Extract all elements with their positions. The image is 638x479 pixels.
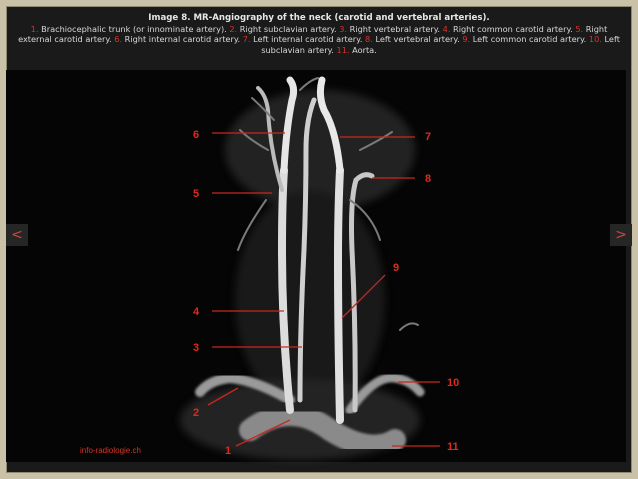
soft-tissue-glow: [180, 90, 420, 460]
label-9: 9: [393, 262, 399, 274]
next-slide-button[interactable]: >: [610, 224, 632, 246]
label-4: 4: [193, 306, 200, 318]
watermark: info-radiologie.ch: [80, 446, 141, 455]
label-1: 1: [225, 445, 231, 457]
label-2: 2: [193, 407, 199, 419]
angiography-drawing: 6 7 8 5 9 4 3 10 2 1 11 info-radiologie.…: [80, 76, 459, 460]
label-10: 10: [447, 377, 459, 389]
left-common-carotid-vessel: [333, 166, 344, 424]
label-7: 7: [425, 131, 431, 143]
previous-slide-button[interactable]: <: [6, 224, 28, 246]
label-3: 3: [193, 342, 199, 354]
label-5: 5: [193, 188, 199, 200]
label-6: 6: [193, 129, 199, 141]
label-8: 8: [425, 173, 431, 185]
label-11: 11: [447, 441, 459, 453]
